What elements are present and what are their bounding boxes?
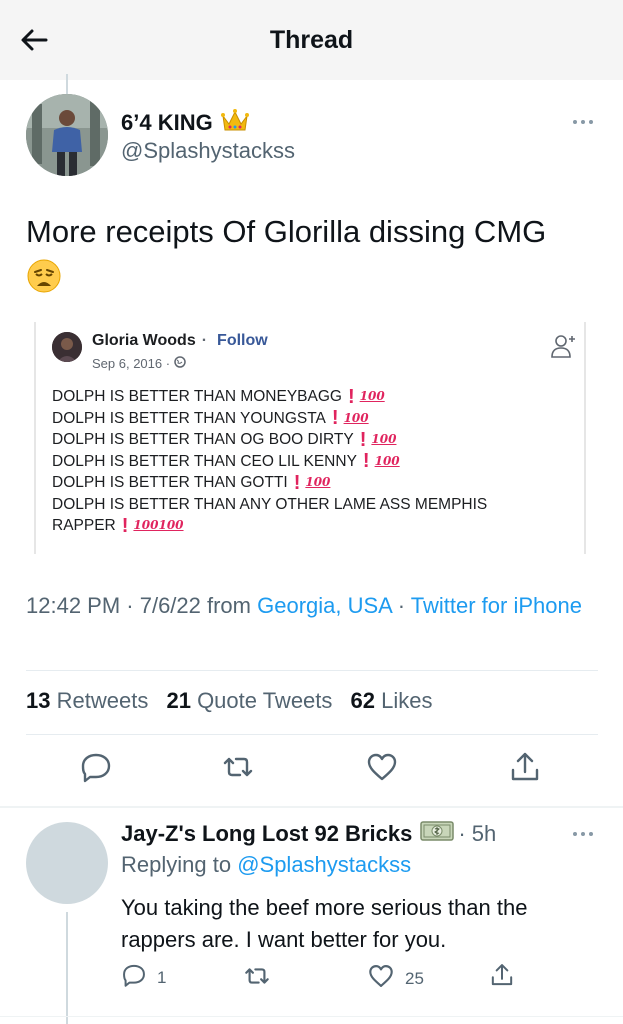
tweet-meta: 12:42 PM · 7/6/22 from Georgia, USA · Tw…: [26, 590, 596, 622]
reply-count: 1: [157, 967, 167, 987]
share-icon[interactable]: [508, 750, 542, 784]
likes-label: Likes: [381, 688, 433, 713]
post-line-text: DOLPH IS BETTER THAN YOUNGSTA: [52, 409, 326, 427]
reply-header: Jay-Z's Long Lost 92 Bricks · 5h: [121, 820, 496, 848]
reply-thread-connector: [66, 912, 68, 1024]
likes-stat[interactable]: 62 Likes: [351, 688, 433, 713]
post-line-text: DOLPH IS BETTER THAN OG BOO DIRTY: [52, 431, 354, 448]
post-author-row: Gloria Woods · Follow: [92, 332, 268, 350]
like-count: 25: [405, 968, 424, 988]
tweet-location-link[interactable]: Georgia, USA: [257, 593, 392, 618]
section-divider: [0, 806, 623, 808]
hundred-points-emoji-icon: 100: [371, 432, 397, 446]
post-author-name: Gloria Woods: [92, 332, 196, 349]
post-line-text: DOLPH IS BETTER THAN MONEYBAGG: [52, 388, 342, 405]
hundred-points-emoji-icon: 100100: [133, 518, 184, 532]
hundred-points-emoji-icon: 100: [359, 389, 385, 403]
post-line-text: DOLPH IS BETTER THAN CEO LIL KENNY: [52, 452, 357, 470]
globe-icon: [174, 356, 186, 371]
tweet-source-link[interactable]: Twitter for iPhone: [411, 593, 582, 618]
replying-to: Replying to @Splashystackss: [121, 852, 411, 878]
post-line: DOLPH IS BETTER THAN CEO LIL KENNY! 100: [52, 451, 582, 473]
retweet-icon[interactable]: [221, 750, 255, 784]
retweets-label: Retweets: [56, 688, 149, 713]
tweet-stats: 13 Retweets 21 Quote Tweets 62 Likes: [26, 688, 445, 714]
retweets-stat[interactable]: 13 Retweets: [26, 688, 148, 713]
reply-author-avatar[interactable]: [26, 822, 108, 904]
post-line: DOLPH IS BETTER THAN YOUNGSTA! 100: [52, 408, 582, 430]
author-handle[interactable]: @Splashystackss: [121, 138, 295, 164]
post-date: Sep 6, 2016 ·: [92, 356, 171, 371]
meta-separator: ·: [391, 593, 411, 618]
quotes-stat[interactable]: 21 Quote Tweets: [166, 688, 332, 713]
post-line: DOLPH IS BETTER THAN MONEYBAGG! 100: [52, 386, 582, 408]
add-friend-icon: [550, 332, 578, 360]
tweet-action-bar: [0, 750, 623, 790]
post-dot: ·: [201, 332, 208, 349]
hundred-points-emoji-icon: 100: [343, 410, 369, 425]
embedded-post-image[interactable]: Gloria Woods · Follow Sep 6, 2016 · DOLPH …: [34, 322, 586, 554]
like-heart-icon: [367, 962, 395, 995]
author-avatar[interactable]: [26, 94, 108, 176]
reply-retweet-button[interactable]: [243, 962, 271, 995]
hundred-points-emoji-icon: 100: [374, 453, 400, 468]
tweet-body: More receipts Of Glorilla dissing CMG: [26, 214, 547, 249]
share-icon: [489, 962, 515, 993]
page-title: Thread: [269, 26, 354, 54]
post-line-text: DOLPH IS BETTER THAN ANY OTHER LAME ASS …: [52, 495, 488, 513]
thread-connector: [66, 74, 68, 94]
divider: [26, 670, 598, 671]
likes-count: 62: [350, 688, 376, 713]
reply-icon[interactable]: [79, 750, 113, 784]
weary-face-emoji-icon: [26, 258, 62, 304]
post-line-text: DOLPH IS BETTER THAN GOTTI: [52, 474, 288, 491]
exclamation-emoji-icon: !: [331, 407, 339, 430]
more-options-icon[interactable]: [570, 112, 596, 132]
post-author-avatar: [52, 332, 82, 362]
tweet-timestamp: 12:42 PM · 7/6/22 from: [26, 593, 258, 618]
author-name[interactable]: 6’4 KING: [121, 108, 249, 138]
money-emoji-icon: [420, 820, 455, 848]
reply-like-button[interactable]: 25: [367, 962, 424, 995]
post-date-row: Sep 6, 2016 ·: [92, 356, 186, 371]
crown-emoji-icon: [220, 108, 249, 138]
exclamation-emoji-icon: !: [359, 428, 367, 451]
bottom-divider: [0, 1016, 623, 1017]
reply-share-button[interactable]: [489, 962, 515, 993]
tweet-text: More receipts Of Glorilla dissing CMG: [26, 212, 606, 304]
divider: [26, 734, 598, 735]
top-bar: Thread: [0, 0, 623, 80]
post-line: DOLPH IS BETTER THAN ANY OTHER LAME ASS …: [52, 494, 582, 516]
reply-author-name[interactable]: Jay-Z's Long Lost 92 Bricks: [121, 821, 412, 847]
quotes-count: 21: [166, 688, 191, 713]
reply-reply-button[interactable]: 1: [121, 962, 166, 993]
reply-action-bar: 1 25: [121, 962, 601, 992]
exclamation-emoji-icon: !: [293, 471, 301, 494]
like-heart-icon[interactable]: [365, 750, 399, 784]
post-body: DOLPH IS BETTER THAN MONEYBAGG! 100 DOLPH …: [52, 386, 582, 537]
author-display-name: 6’4 KING: [121, 110, 213, 135]
post-line: RAPPER! 100100: [52, 515, 582, 537]
quotes-label: Quote Tweets: [197, 688, 333, 713]
exclamation-emoji-icon: !: [121, 514, 129, 537]
exclamation-emoji-icon: !: [347, 385, 355, 408]
replying-handle-link[interactable]: @Splashystackss: [237, 852, 411, 877]
retweet-icon: [243, 962, 271, 995]
exclamation-emoji-icon: !: [362, 450, 370, 473]
post-line-text: RAPPER: [52, 517, 116, 534]
post-follow-link: Follow: [217, 332, 268, 349]
hundred-points-emoji-icon: 100: [305, 475, 331, 489]
post-line: DOLPH IS BETTER THAN OG BOO DIRTY! 100: [52, 429, 582, 451]
reply-time: · 5h: [458, 821, 497, 846]
reply-more-options-icon[interactable]: [570, 824, 596, 844]
reply-icon: [121, 962, 147, 993]
post-line: DOLPH IS BETTER THAN GOTTI! 100: [52, 472, 582, 494]
retweets-count: 13: [26, 688, 51, 713]
replying-prefix: Replying to: [121, 852, 238, 877]
reply-text: You taking the beef more serious than th…: [121, 895, 528, 952]
